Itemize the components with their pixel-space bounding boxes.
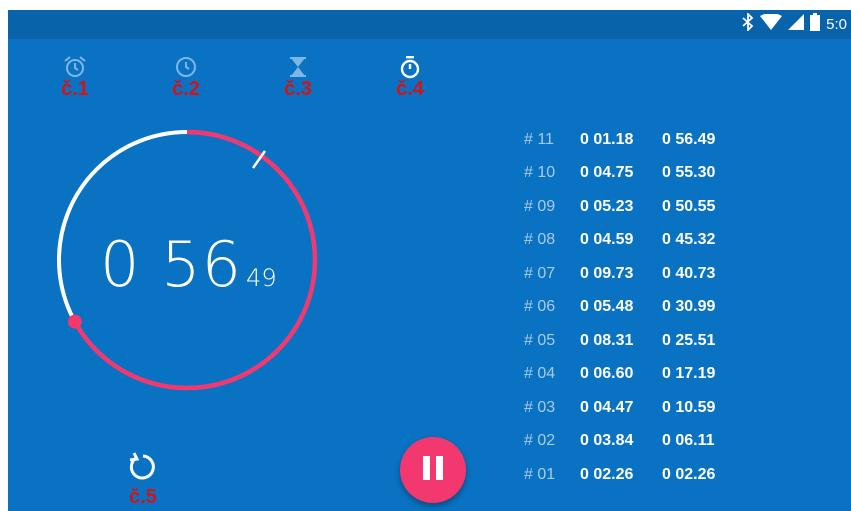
pause-icon bbox=[422, 455, 444, 485]
lap-row: # 01 0 02.26 0 02.26 bbox=[524, 458, 744, 492]
lap-row: # 07 0 09.73 0 40.73 bbox=[524, 257, 744, 291]
lap-total-time: 0 30.99 bbox=[662, 298, 716, 316]
lap-list[interactable]: # 11 0 01.18 0 56.49 # 10 0 04.75 0 55.30 # 09… bbox=[524, 123, 744, 492]
lap-row: # 03 0 04.47 0 10.59 bbox=[524, 391, 744, 425]
lap-total-time: 0 17.19 bbox=[662, 365, 716, 383]
lap-split-time: 0 04.59 bbox=[580, 231, 634, 249]
stopwatch-dial bbox=[57, 129, 318, 391]
lap-split-time: 0 08.31 bbox=[580, 331, 634, 349]
stopwatch-screen: 5:0 č.1 č.2 č.3 č.4 0 56 49 # 11 0 01.18… bbox=[8, 10, 851, 511]
lap-total-time: 0 50.55 bbox=[662, 197, 716, 215]
lap-number: # 02 bbox=[524, 432, 556, 450]
wifi-icon bbox=[760, 13, 783, 34]
lap-number: # 10 bbox=[524, 164, 556, 182]
elapsed-hundredths: 49 bbox=[246, 264, 277, 292]
lap-number: # 07 bbox=[524, 264, 556, 282]
dial-progress-dot bbox=[67, 314, 82, 329]
status-icons: 5:0 bbox=[742, 11, 847, 35]
lap-row: # 09 0 05.23 0 50.55 bbox=[524, 190, 744, 224]
elapsed-seconds: 0 56 bbox=[100, 228, 243, 301]
battery-icon bbox=[810, 13, 821, 35]
lap-split-time: 0 05.23 bbox=[580, 197, 634, 215]
lap-total-time: 0 02.26 bbox=[662, 465, 716, 483]
lap-split-time: 0 06.60 bbox=[580, 365, 634, 383]
reset-button[interactable]: č.5 bbox=[118, 450, 168, 510]
lap-number: # 01 bbox=[524, 465, 556, 483]
lap-split-time: 0 04.47 bbox=[580, 398, 634, 416]
reset-icon bbox=[126, 450, 160, 489]
lap-number: # 03 bbox=[524, 398, 556, 416]
bluetooth-icon bbox=[742, 11, 754, 35]
lap-split-time: 0 01.18 bbox=[580, 130, 634, 148]
lap-split-time: 0 05.48 bbox=[580, 298, 634, 316]
status-time: 5:0 bbox=[826, 15, 847, 33]
lap-total-time: 0 45.32 bbox=[662, 231, 716, 249]
lap-number: # 04 bbox=[524, 365, 556, 383]
lap-row: # 10 0 04.75 0 55.30 bbox=[524, 157, 744, 191]
lap-number: # 08 bbox=[524, 231, 556, 249]
lap-row: # 08 0 04.59 0 45.32 bbox=[524, 224, 744, 258]
lap-row: # 04 0 06.60 0 17.19 bbox=[524, 358, 744, 392]
elapsed-time: 0 56 49 bbox=[100, 228, 277, 301]
lap-total-time: 0 40.73 bbox=[662, 264, 716, 282]
lap-total-time: 0 10.59 bbox=[662, 398, 716, 416]
lap-row: # 02 0 03.84 0 06.11 bbox=[524, 425, 744, 459]
lap-row: # 11 0 01.18 0 56.49 bbox=[524, 123, 744, 157]
pause-button[interactable] bbox=[400, 437, 466, 503]
lap-split-time: 0 03.84 bbox=[580, 432, 634, 450]
lap-total-time: 0 56.49 bbox=[662, 130, 716, 148]
lap-split-time: 0 02.26 bbox=[580, 465, 634, 483]
lap-split-time: 0 04.75 bbox=[580, 164, 634, 182]
lap-split-time: 0 09.73 bbox=[580, 264, 634, 282]
lap-number: # 06 bbox=[524, 298, 556, 316]
lap-row: # 06 0 05.48 0 30.99 bbox=[524, 291, 744, 325]
signal-icon bbox=[788, 14, 805, 34]
lap-number: # 05 bbox=[524, 331, 556, 349]
lap-total-time: 0 06.11 bbox=[662, 432, 715, 450]
lap-number: # 11 bbox=[524, 130, 554, 148]
lap-total-time: 0 25.51 bbox=[662, 331, 716, 349]
lap-total-time: 0 55.30 bbox=[662, 164, 716, 182]
lap-row: # 05 0 08.31 0 25.51 bbox=[524, 324, 744, 358]
lap-number: # 09 bbox=[524, 197, 556, 215]
reset-number: č.5 bbox=[129, 486, 157, 508]
